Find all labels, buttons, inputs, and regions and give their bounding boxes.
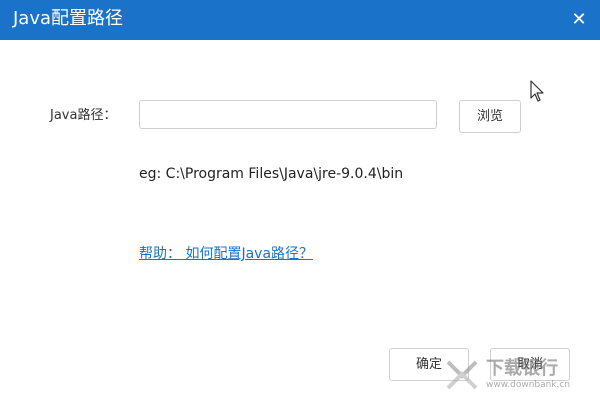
watermark: 下载银行 www.downbank.cn bbox=[430, 352, 600, 398]
title-bar: Java配置路径 ✕ bbox=[0, 0, 600, 40]
example-path-text: eg: C:\Program Files\Java\jre-9.0.4\bin bbox=[139, 166, 404, 182]
watermark-url: www.downbank.cn bbox=[486, 380, 571, 390]
window-title: Java配置路径 bbox=[13, 8, 124, 29]
browse-button[interactable]: 浏览 bbox=[459, 100, 521, 133]
downbank-logo-icon bbox=[446, 360, 478, 390]
help-link[interactable]: 帮助： 如何配置Java路径？ bbox=[139, 245, 313, 263]
watermark-text: 下载银行 bbox=[486, 358, 558, 379]
java-path-label: Java路径： bbox=[50, 108, 117, 123]
java-path-input[interactable] bbox=[139, 100, 437, 129]
mouse-cursor-icon bbox=[530, 80, 544, 102]
close-icon[interactable]: ✕ bbox=[566, 7, 592, 33]
